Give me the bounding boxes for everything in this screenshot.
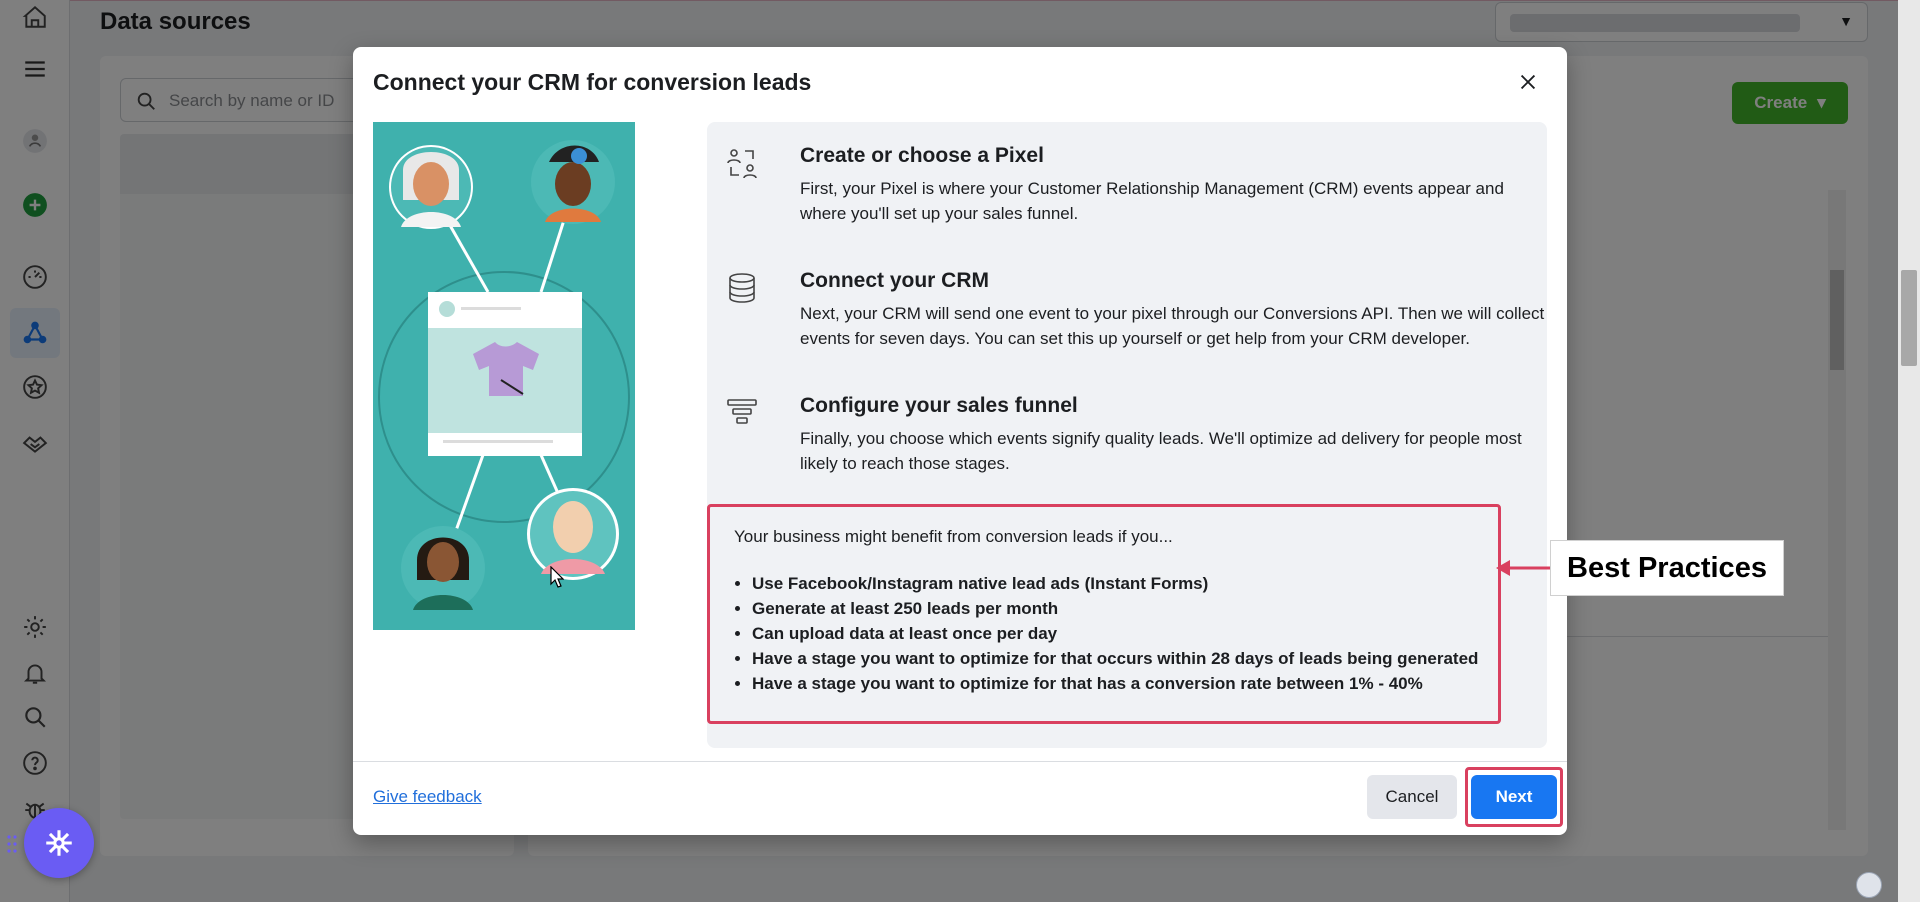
benefits-intro: Your business might benefit from convers…	[734, 527, 1173, 546]
sparkle-icon	[46, 830, 72, 856]
benefits-highlight-box: Your business might benefit from convers…	[707, 504, 1501, 724]
assistant-fab-button[interactable]	[24, 808, 94, 878]
close-icon	[1520, 74, 1536, 90]
give-feedback-link[interactable]: Give feedback	[373, 787, 482, 807]
list-item: Use Facebook/Instagram native lead ads (…	[752, 571, 1478, 596]
step-title: Connect your CRM	[800, 269, 989, 292]
mouse-cursor-icon	[550, 566, 564, 588]
page-scrollbar-thumb[interactable]	[1901, 270, 1917, 366]
callout-arrow-icon	[1496, 560, 1554, 576]
benefits-list: Use Facebook/Instagram native lead ads (…	[752, 571, 1478, 696]
close-button[interactable]	[1511, 65, 1545, 99]
drag-handle-icon[interactable]	[6, 834, 18, 854]
pixel-people-icon	[725, 146, 761, 182]
dialog-title: Connect your CRM for conversion leads	[373, 69, 812, 95]
funnel-icon	[725, 396, 761, 432]
steps-panel: Create or choose a Pixel First, your Pix…	[707, 122, 1547, 748]
dialog-footer: Give feedback Cancel Next	[353, 761, 1567, 835]
page-scrollbar[interactable]	[1898, 0, 1920, 902]
next-button[interactable]: Next	[1471, 775, 1557, 819]
step-description: First, your Pixel is where your Customer…	[800, 179, 1504, 223]
list-item: Have a stage you want to optimize for th…	[752, 671, 1478, 696]
database-icon	[725, 271, 761, 307]
connect-crm-dialog: Connect your CRM for conversion leads Cr…	[353, 47, 1567, 835]
step-description: Next, your CRM will send one event to yo…	[800, 304, 1545, 348]
crm-illustration	[373, 122, 635, 630]
best-practices-callout: Best Practices	[1550, 540, 1784, 596]
list-item: Can upload data at least once per day	[752, 621, 1478, 646]
step-title: Create or choose a Pixel	[800, 144, 1044, 167]
globe-icon	[1856, 872, 1882, 898]
step-title: Configure your sales funnel	[800, 394, 1078, 417]
list-item: Have a stage you want to optimize for th…	[752, 646, 1478, 671]
list-item: Generate at least 250 leads per month	[752, 596, 1478, 621]
cancel-button[interactable]: Cancel	[1367, 775, 1457, 819]
step-description: Finally, you choose which events signify…	[800, 429, 1522, 473]
